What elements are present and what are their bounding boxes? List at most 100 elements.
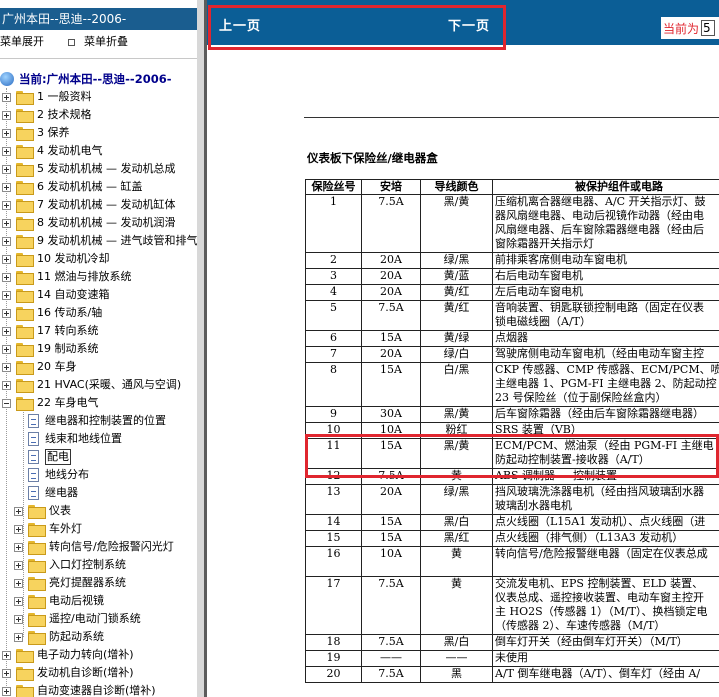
tree-item-page[interactable]: 地线分布 xyxy=(28,466,89,484)
tree-item-chapter[interactable]: 21 HVAC(采暖、通风与空调) xyxy=(2,376,181,394)
col-header: 安培 xyxy=(361,179,421,195)
tree-item-selected[interactable]: 配电 xyxy=(28,448,71,466)
tree-root-label: 当前:广州本田--思迪--2006- xyxy=(19,72,172,86)
tree-item-chapter[interactable]: 4 发动机电气 xyxy=(2,142,103,160)
protected-circuit-cell: 点火线圈（L15A1 发动机）、点火线圈（进 xyxy=(492,514,719,531)
expand-toggle-icon[interactable] xyxy=(2,344,11,354)
expand-toggle-icon[interactable] xyxy=(2,380,11,390)
expand-toggle-icon[interactable] xyxy=(2,218,11,228)
expand-toggle-icon[interactable] xyxy=(2,272,11,282)
tree-item-section[interactable]: 转向信号/危险报警闪光灯 xyxy=(14,538,174,556)
tree-item-section[interactable]: 遥控/电动门锁系统 xyxy=(14,610,141,628)
document-icon xyxy=(28,432,39,446)
tree-item-chapter[interactable]: 22 车身电气 xyxy=(2,394,99,412)
folder-icon xyxy=(28,613,46,627)
expand-toggle-icon[interactable] xyxy=(2,92,11,102)
expand-toggle-icon[interactable] xyxy=(14,614,23,624)
tree-item-section[interactable]: 防起动系统 xyxy=(14,628,104,646)
tree-item-chapter[interactable]: 发动机自诊断(增补) xyxy=(2,664,134,682)
folder-icon xyxy=(16,253,34,267)
expand-toggle-icon[interactable] xyxy=(2,146,11,156)
folder-icon xyxy=(16,649,34,663)
page-number-input[interactable]: 5 xyxy=(701,20,716,36)
tree-item-chapter[interactable]: 11 燃油与排放系统 xyxy=(2,268,132,286)
expand-toggle-icon[interactable] xyxy=(14,524,23,534)
tree-item-chapter[interactable]: 8 发动机机械 — 发动机润滑 xyxy=(2,214,176,232)
expand-toggle-icon[interactable] xyxy=(14,542,23,552)
tree-item-label: 车外灯 xyxy=(49,522,82,535)
wire-color-cell: 黄/绿 xyxy=(420,330,493,347)
expand-toggle-icon[interactable] xyxy=(14,560,23,570)
tree-root[interactable]: 当前:广州本田--思迪--2006- xyxy=(0,70,171,88)
wire-color-cell: 黄 xyxy=(420,576,493,635)
folder-icon xyxy=(16,127,34,141)
tree-item-chapter[interactable]: 5 发动机机械 — 发动机总成 xyxy=(2,160,176,178)
tree-item-chapter[interactable]: 10 发动机冷却 xyxy=(2,250,110,268)
tree-item-chapter[interactable]: 2 技术规格 xyxy=(2,106,92,124)
expand-toggle-icon[interactable] xyxy=(14,596,23,606)
tree-item-chapter[interactable]: 6 发动机机械 — 缸盖 xyxy=(2,178,143,196)
frame-splitter[interactable] xyxy=(197,0,207,697)
tree-item-label: 继电器 xyxy=(45,486,78,499)
expand-toggle-icon[interactable] xyxy=(14,506,23,516)
expand-toggle-icon[interactable] xyxy=(2,164,11,174)
expand-toggle-icon[interactable] xyxy=(2,128,11,138)
folder-icon xyxy=(16,109,34,123)
fuse-number-cell: 5 xyxy=(305,300,362,331)
tree-item-chapter[interactable]: 3 保养 xyxy=(2,124,70,142)
fuse-number-cell: 17 xyxy=(305,576,362,635)
protected-circuit-cell: 交流发电机、EPS 控制装置、ELD 装置、 仪表总成、遥控接收装置、电动车窗主… xyxy=(492,576,719,635)
tree-item-page[interactable]: 继电器 xyxy=(28,484,78,502)
table-row: 6 15A 黄/绿 点烟器 xyxy=(305,330,719,347)
folder-icon xyxy=(28,505,46,519)
tree-item-chapter[interactable]: 自动变速器自诊断(增补) xyxy=(2,682,156,697)
expand-toggle-icon[interactable] xyxy=(2,650,11,660)
tree-item-chapter[interactable]: 16 传动系/轴 xyxy=(2,304,102,322)
section-title: 仪表板下保险丝/继电器盒 xyxy=(307,151,438,165)
fuse-number-cell: 18 xyxy=(305,634,362,651)
expand-toggle-icon[interactable] xyxy=(2,686,11,696)
collapse-toggle-icon[interactable] xyxy=(2,398,11,408)
collapse-menu-button[interactable]: 菜单折叠 xyxy=(68,34,128,50)
globe-icon xyxy=(0,72,14,86)
expand-toggle-icon[interactable] xyxy=(2,362,11,372)
tree-item-section[interactable]: 电动后视镜 xyxy=(14,592,104,610)
expand-toggle-icon[interactable] xyxy=(2,290,11,300)
tree-item-page[interactable]: 线束和地线位置 xyxy=(28,430,122,448)
tree-item-chapter[interactable]: 17 转向系统 xyxy=(2,322,99,340)
tree-item-chapter[interactable]: 20 车身 xyxy=(2,358,77,376)
tree-item-chapter[interactable]: 1 一般资料 xyxy=(2,88,92,106)
tree-item-chapter[interactable]: 电子动力转向(增补) xyxy=(2,646,134,664)
tree-item-chapter[interactable]: 7 发动机机械 — 发动机缸体 xyxy=(2,196,176,214)
tree-item-section[interactable]: 车外灯 xyxy=(14,520,82,538)
tree-item-page[interactable]: 继电器和控制装置的位置 xyxy=(28,412,166,430)
tree-item-chapter[interactable]: 14 自动变速箱 xyxy=(2,286,110,304)
expand-menu-button[interactable]: 菜单展开 xyxy=(0,34,44,50)
folder-icon xyxy=(16,217,34,231)
table-row: 14 15A 黑/白 点火线圈（L15A1 发动机）、点火线圈（进 xyxy=(305,514,719,531)
expand-toggle-icon[interactable] xyxy=(2,110,11,120)
expand-toggle-icon[interactable] xyxy=(14,578,23,588)
tree-item-section[interactable]: 入口灯控制系统 xyxy=(14,556,126,574)
tree-item-chapter[interactable]: 19 制动系统 xyxy=(2,340,99,358)
protected-circuit-cell: 挡风玻璃洗涤器电机（经由挡风玻璃刮水器 玻璃刮水器电机 xyxy=(492,484,719,515)
collapse-icon xyxy=(68,38,75,46)
fuse-number-cell: 7 xyxy=(305,346,362,363)
wire-color-cell: 绿/白 xyxy=(420,346,493,363)
expand-toggle-icon[interactable] xyxy=(2,308,11,318)
expand-toggle-icon[interactable] xyxy=(14,632,23,642)
expand-toggle-icon[interactable] xyxy=(2,254,11,264)
expand-toggle-icon[interactable] xyxy=(2,182,11,192)
tree-item-label: 地线分布 xyxy=(45,468,89,481)
expand-toggle-icon[interactable] xyxy=(2,326,11,336)
tree-item-section[interactable]: 亮灯提醒器系统 xyxy=(14,574,126,592)
current-page-label: 当前为 xyxy=(663,21,700,36)
wire-color-cell: 黑/红 xyxy=(420,530,493,547)
expand-toggle-icon[interactable] xyxy=(2,668,11,678)
expand-toggle-icon[interactable] xyxy=(2,200,11,210)
tree-item-chapter[interactable]: 9 发动机机械 — 进气歧管和排气 xyxy=(2,232,197,250)
expand-toggle-icon[interactable] xyxy=(2,236,11,246)
table-row: 19 —— —— 未使用 xyxy=(305,650,719,667)
fuse-number-cell: 3 xyxy=(305,268,362,285)
tree-item-section[interactable]: 仪表 xyxy=(14,502,71,520)
